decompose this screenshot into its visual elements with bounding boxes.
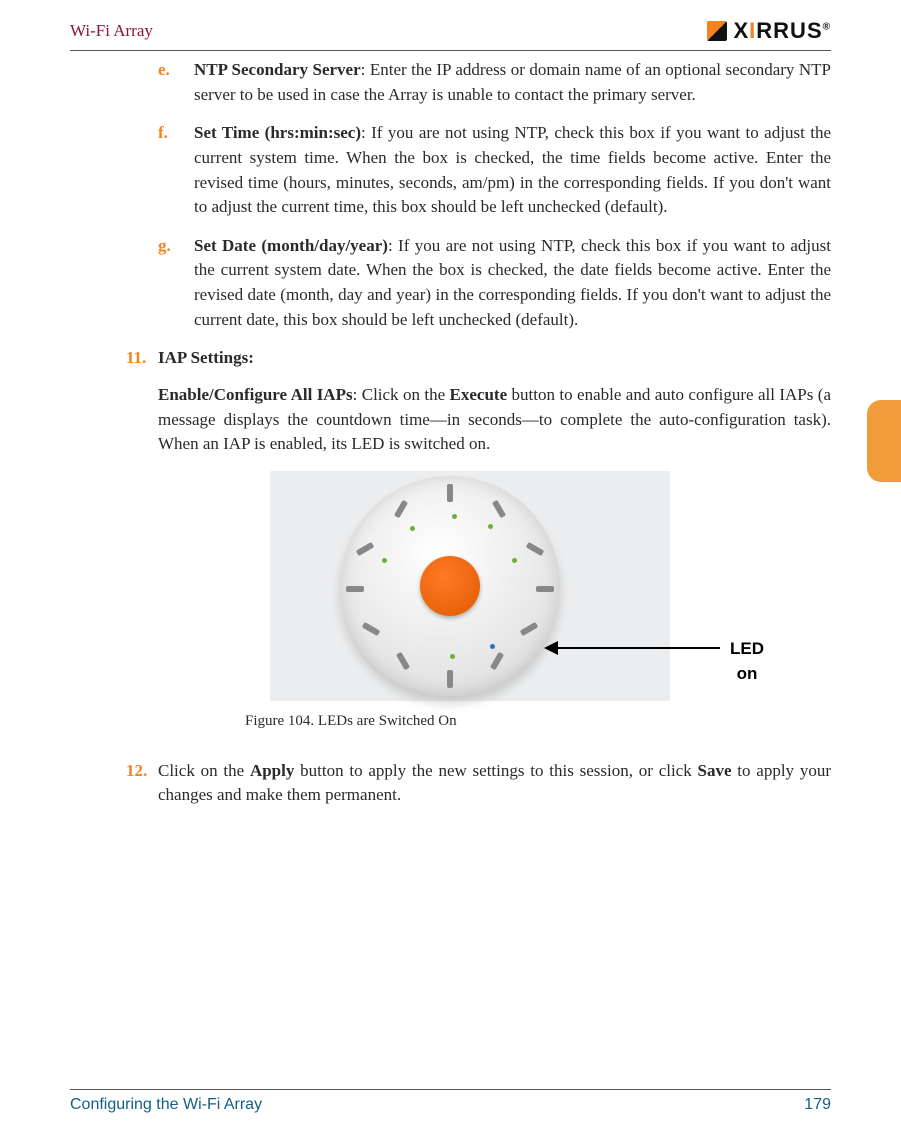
list-marker: 11. xyxy=(126,346,158,371)
port-icon xyxy=(356,542,375,556)
term-set-time: Set Time (hrs:min:sec) xyxy=(194,123,361,142)
logo-post: RRUS xyxy=(756,18,822,43)
led-icon xyxy=(488,524,493,529)
logo-reg: ® xyxy=(823,22,831,33)
term-enable-all-iaps: Enable/Configure All IAPs xyxy=(158,385,353,404)
led-icon xyxy=(450,654,455,659)
list-body: NTP Secondary Server: Enter the IP addre… xyxy=(194,58,831,107)
list-item-11: 11. IAP Settings: xyxy=(70,346,831,371)
heading-iap-settings: IAP Settings: xyxy=(158,348,254,367)
list-body: Click on the Apply button to apply the n… xyxy=(158,759,831,808)
section-tab xyxy=(867,400,901,482)
led-on-label: LED on xyxy=(730,637,764,686)
logo-pre: X xyxy=(733,18,749,43)
list-item-g: g. Set Date (month/day/year): If you are… xyxy=(70,234,831,333)
list-marker: e. xyxy=(158,58,194,107)
array-hub-icon xyxy=(420,556,480,616)
array-disc-icon xyxy=(340,476,560,696)
list-body: IAP Settings: xyxy=(158,346,831,371)
text-12b: button to apply the new settings to this… xyxy=(294,761,697,780)
apply-button-label: Apply xyxy=(250,761,294,780)
list-item-f: f. Set Time (hrs:min:sec): If you are no… xyxy=(70,121,831,220)
led-icon xyxy=(382,558,387,563)
footer-page-number: 179 xyxy=(804,1096,831,1114)
list-item-e: e. NTP Secondary Server: Enter the IP ad… xyxy=(70,58,831,107)
execute-button-label: Execute xyxy=(450,385,508,404)
figure-block: LED on Figure 104. LEDs are Switched On xyxy=(70,471,831,733)
port-icon xyxy=(447,670,453,688)
save-button-label: Save xyxy=(698,761,732,780)
figure-caption: Figure 104. LEDs are Switched On xyxy=(245,711,545,733)
port-icon xyxy=(447,484,453,502)
port-icon xyxy=(492,500,506,519)
list-marker: f. xyxy=(158,121,194,220)
list-marker: 12. xyxy=(126,759,158,808)
brand-logo-icon xyxy=(707,21,727,41)
port-icon xyxy=(362,622,381,636)
page-footer: Configuring the Wi-Fi Array 179 xyxy=(70,1089,831,1114)
figure-image: LED on xyxy=(270,471,670,701)
para-enable-iaps: Enable/Configure All IAPs: Click on the … xyxy=(70,383,831,457)
port-icon xyxy=(526,542,545,556)
page-content: e. NTP Secondary Server: Enter the IP ad… xyxy=(70,58,831,1056)
list-body: Set Date (month/day/year): If you are no… xyxy=(194,234,831,333)
port-icon xyxy=(490,652,504,671)
product-name: Wi-Fi Array xyxy=(70,21,153,41)
callout-line xyxy=(555,647,720,649)
port-icon xyxy=(394,500,408,519)
led-icon xyxy=(410,526,415,531)
brand-logo: XIRRUS® xyxy=(707,18,831,44)
port-icon xyxy=(536,586,554,592)
footer-chapter: Configuring the Wi-Fi Array xyxy=(70,1096,262,1114)
led-icon xyxy=(512,558,517,563)
port-icon xyxy=(520,622,539,636)
brand-logo-text: XIRRUS® xyxy=(733,18,831,44)
term-ntp-secondary: NTP Secondary Server xyxy=(194,60,361,79)
text-11a: : Click on the xyxy=(353,385,450,404)
arrow-left-icon xyxy=(544,641,558,655)
list-item-12: 12. Click on the Apply button to apply t… xyxy=(70,759,831,808)
port-icon xyxy=(396,652,410,671)
list-marker: g. xyxy=(158,234,194,333)
port-icon xyxy=(346,586,364,592)
term-set-date: Set Date (month/day/year) xyxy=(194,236,388,255)
text-12a: Click on the xyxy=(158,761,250,780)
list-body: Set Time (hrs:min:sec): If you are not u… xyxy=(194,121,831,220)
led-icon xyxy=(490,644,495,649)
led-icon xyxy=(452,514,457,519)
page-header: Wi-Fi Array XIRRUS® xyxy=(70,18,831,51)
